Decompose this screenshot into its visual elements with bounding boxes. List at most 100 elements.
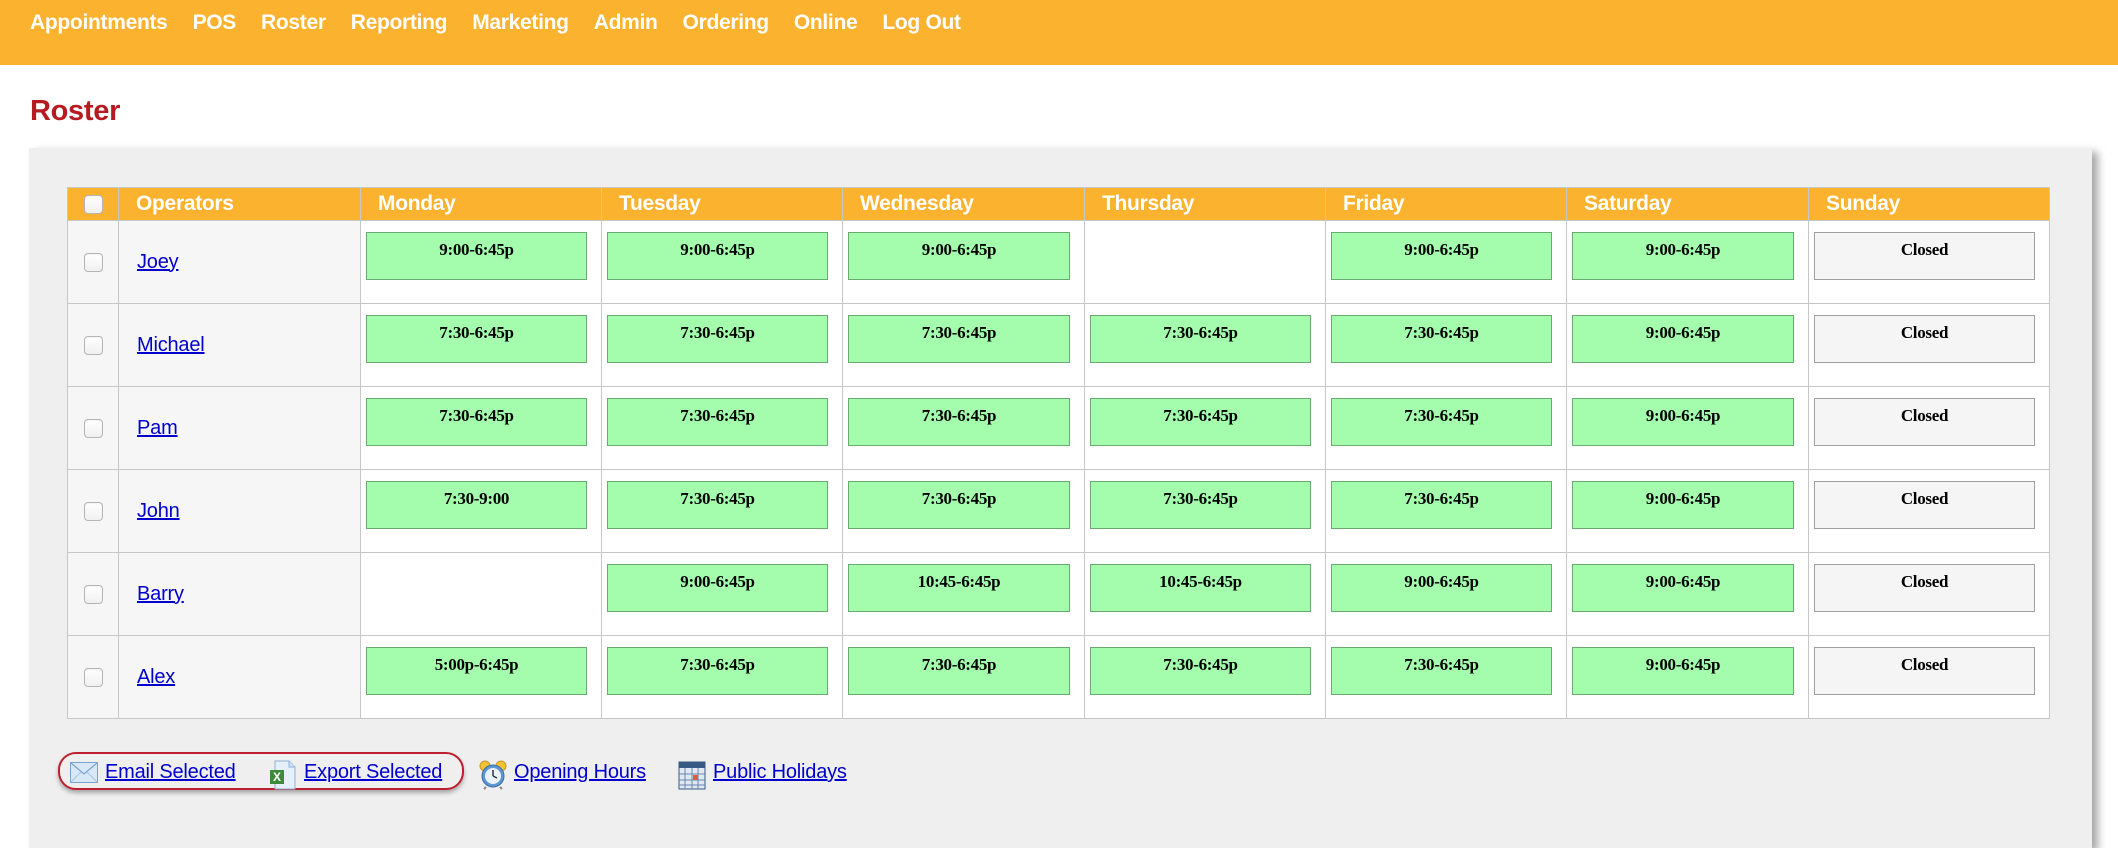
closed-day-block[interactable]: Closed <box>1814 481 2035 529</box>
shift-block[interactable]: 9:00-6:45p <box>848 232 1070 280</box>
shift-cell-sunday: Closed <box>1808 635 2050 719</box>
shift-block[interactable]: 7:30-6:45p <box>1090 481 1311 529</box>
opening-hours-link-group: Opening Hours <box>479 758 646 790</box>
shift-block[interactable]: 7:30-6:45p <box>1331 647 1552 695</box>
shift-cell-thursday[interactable] <box>1084 220 1326 304</box>
shift-block[interactable]: 9:00-6:45p <box>1572 647 1794 695</box>
email-selected-link-group: Email Selected <box>70 758 236 784</box>
shift-block[interactable]: 7:30-6:45p <box>1090 315 1311 363</box>
shift-block[interactable]: 9:00-6:45p <box>607 564 828 612</box>
closed-day-block[interactable]: Closed <box>1814 232 2035 280</box>
shift-block[interactable]: 7:30-9:00 <box>366 481 587 529</box>
row-select-checkbox[interactable] <box>83 501 103 521</box>
operator-link[interactable]: Barry <box>137 583 184 605</box>
shift-block[interactable]: 7:30-6:45p <box>1090 647 1311 695</box>
shift-block[interactable]: 9:00-6:45p <box>1331 232 1552 280</box>
shift-block[interactable]: 10:45-6:45p <box>848 564 1070 612</box>
shift-block[interactable]: 7:30-6:45p <box>1331 481 1552 529</box>
nav-appointments[interactable]: Appointments <box>30 9 168 37</box>
table-row: Joey 9:00-6:45p 9:00-6:45p 9:00-6:45p 9:00-6… <box>67 220 2050 304</box>
shift-block[interactable]: 7:30-6:45p <box>1090 398 1311 446</box>
closed-day-block[interactable]: Closed <box>1814 647 2035 695</box>
export-selected-link[interactable]: Export Selected <box>304 760 442 784</box>
shift-cell-thursday: 7:30-6:45p <box>1084 469 1326 553</box>
nav-pos[interactable]: POS <box>193 9 237 37</box>
shift-block[interactable]: 9:00-6:45p <box>366 232 587 280</box>
shift-block[interactable]: 10:45-6:45p <box>1090 564 1311 612</box>
shift-block[interactable]: 7:30-6:45p <box>848 481 1070 529</box>
public-holidays-link[interactable]: Public Holidays <box>713 760 847 784</box>
page-title: Roster <box>30 95 121 127</box>
row-select-checkbox[interactable] <box>83 667 103 687</box>
shift-block[interactable]: 9:00-6:45p <box>1572 481 1794 529</box>
shift-block[interactable]: 9:00-6:45p <box>1331 564 1552 612</box>
shift-block[interactable]: 7:30-6:45p <box>848 647 1070 695</box>
alarm-clock-icon <box>479 758 507 790</box>
operator-cell: John <box>118 469 361 553</box>
shift-cell-tuesday: 7:30-6:45p <box>601 635 843 719</box>
operator-link[interactable]: Alex <box>137 666 175 688</box>
operator-link[interactable]: Pam <box>137 417 178 439</box>
nav-log-out[interactable]: Log Out <box>882 9 961 37</box>
shift-block[interactable]: 5:00p-6:45p <box>366 647 587 695</box>
nav-ordering[interactable]: Ordering <box>683 9 770 37</box>
shift-block[interactable]: 7:30-6:45p <box>848 398 1070 446</box>
shift-cell-sunday: Closed <box>1808 303 2050 387</box>
row-select-checkbox[interactable] <box>83 252 103 272</box>
closed-day-block[interactable]: Closed <box>1814 564 2035 612</box>
shift-block[interactable]: 7:30-6:45p <box>607 647 828 695</box>
roster-table: Operators Monday Tuesday Wednesday Thurs… <box>67 187 2050 719</box>
closed-day-block[interactable]: Closed <box>1814 398 2035 446</box>
shift-block[interactable]: 7:30-6:45p <box>366 398 587 446</box>
row-select-cell <box>67 386 119 470</box>
nav-reporting[interactable]: Reporting <box>351 9 448 37</box>
shift-block[interactable]: 7:30-6:45p <box>1331 315 1552 363</box>
shift-cell-tuesday: 7:30-6:45p <box>601 469 843 553</box>
row-select-checkbox[interactable] <box>83 584 103 604</box>
shift-cell-monday: 7:30-6:45p <box>360 303 602 387</box>
opening-hours-link[interactable]: Opening Hours <box>514 760 646 784</box>
closed-day-block[interactable]: Closed <box>1814 315 2035 363</box>
shift-block[interactable]: 9:00-6:45p <box>1572 398 1794 446</box>
operator-link[interactable]: John <box>137 500 180 522</box>
shift-block[interactable]: 9:00-6:45p <box>1572 232 1794 280</box>
nav-marketing[interactable]: Marketing <box>472 9 569 37</box>
shift-cell-thursday: 7:30-6:45p <box>1084 635 1326 719</box>
header-monday: Monday <box>360 187 602 221</box>
row-select-cell <box>67 635 119 719</box>
shift-cell-friday: 7:30-6:45p <box>1325 635 1567 719</box>
operator-link[interactable]: Joey <box>137 251 179 273</box>
shift-cell-monday: 5:00p-6:45p <box>360 635 602 719</box>
shift-block[interactable]: 7:30-6:45p <box>607 398 828 446</box>
nav-roster[interactable]: Roster <box>261 9 326 37</box>
shift-block[interactable]: 9:00-6:45p <box>1572 564 1794 612</box>
shift-cell-saturday: 9:00-6:45p <box>1566 220 1809 304</box>
shift-block[interactable]: 9:00-6:45p <box>607 232 828 280</box>
email-selected-link[interactable]: Email Selected <box>105 760 236 784</box>
shift-block[interactable]: 9:00-6:45p <box>1572 315 1794 363</box>
shift-block[interactable]: 7:30-6:45p <box>607 481 828 529</box>
shift-block[interactable]: 7:30-6:45p <box>366 315 587 363</box>
nav-online[interactable]: Online <box>794 9 858 37</box>
table-row: Pam 7:30-6:45p 7:30-6:45p 7:30-6:45p 7:30-6:… <box>67 386 2050 470</box>
svg-text:X: X <box>273 770 281 784</box>
shift-cell-monday[interactable] <box>360 552 602 636</box>
shift-block[interactable]: 7:30-6:45p <box>607 315 828 363</box>
shift-block[interactable]: 7:30-6:45p <box>1331 398 1552 446</box>
shift-cell-friday: 9:00-6:45p <box>1325 220 1567 304</box>
shift-cell-wednesday: 7:30-6:45p <box>842 469 1085 553</box>
row-select-checkbox[interactable] <box>83 418 103 438</box>
select-all-checkbox[interactable] <box>83 194 103 214</box>
nav-admin[interactable]: Admin <box>594 9 658 37</box>
envelope-icon <box>70 758 98 784</box>
shift-cell-saturday: 9:00-6:45p <box>1566 469 1809 553</box>
row-select-checkbox[interactable] <box>83 335 103 355</box>
operator-link[interactable]: Michael <box>137 334 205 356</box>
operator-cell: Joey <box>118 220 361 304</box>
shift-cell-thursday: 7:30-6:45p <box>1084 386 1326 470</box>
shift-block[interactable]: 7:30-6:45p <box>848 315 1070 363</box>
main-nav: Appointments POS Roster Reporting Market… <box>30 9 961 37</box>
header-operators: Operators <box>118 187 361 221</box>
shift-cell-tuesday: 9:00-6:45p <box>601 552 843 636</box>
table-row: John 7:30-9:00 7:30-6:45p 7:30-6:45p 7:30-6:… <box>67 469 2050 553</box>
